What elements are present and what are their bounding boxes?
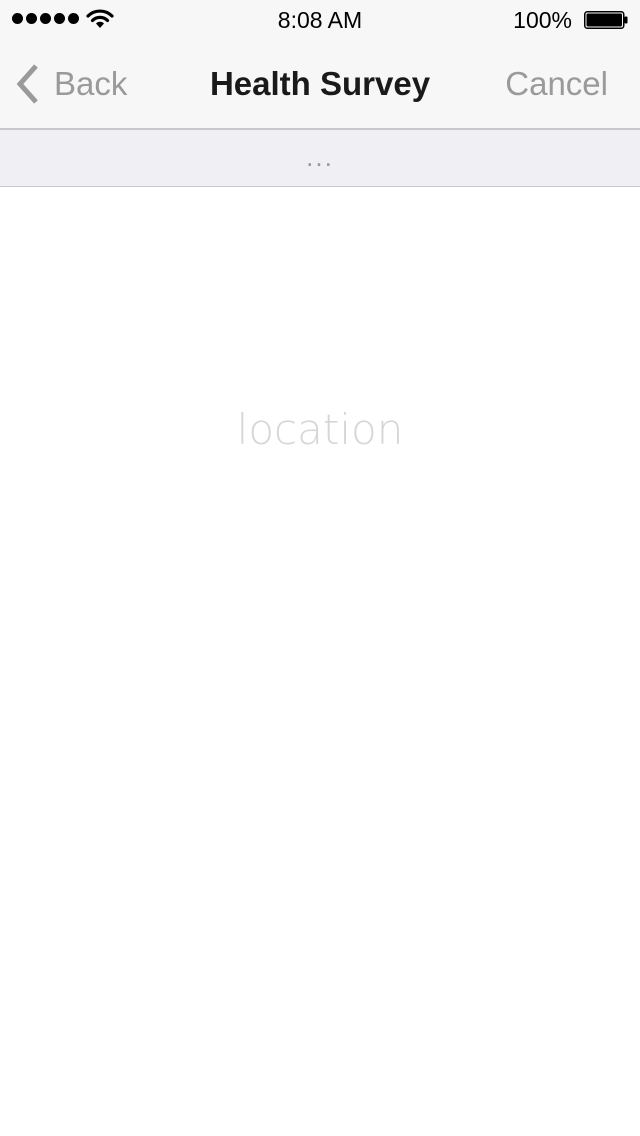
location-placeholder: location: [236, 405, 404, 454]
step-header: ...: [0, 130, 640, 187]
status-bar: 8:08 AM 100%: [0, 0, 640, 40]
content-area: location: [0, 187, 640, 1136]
survey-screen: 8:08 AM 100% Back Health Survey Cancel .…: [0, 0, 640, 1136]
battery-percentage: 100%: [513, 7, 572, 33]
battery-icon: [584, 11, 628, 29]
step-header-text: ...: [306, 142, 334, 172]
cancel-button[interactable]: Cancel: [505, 62, 608, 106]
navigation-bar: Back Health Survey Cancel: [0, 40, 640, 130]
